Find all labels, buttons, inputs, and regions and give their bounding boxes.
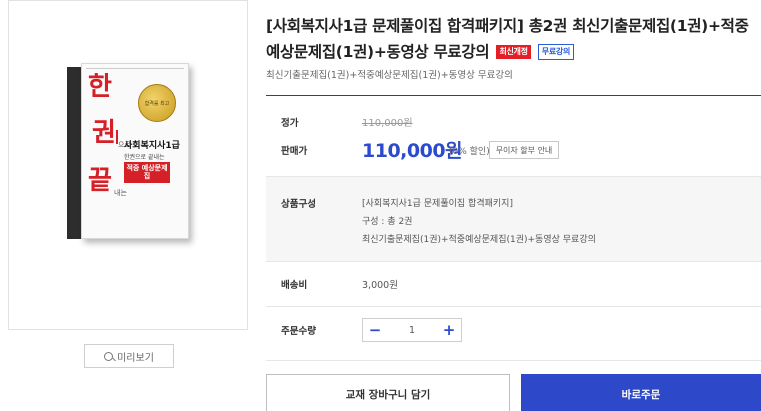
- shipping-divider: [266, 306, 761, 307]
- list-price-label: 정가: [281, 118, 299, 129]
- book-cover-image: 한 권 으로 끝 내는 합격률 최고 사회복지사1급 한권으로 끝내는 적중 예…: [67, 63, 189, 239]
- badge-latest-edition: 최신개정: [496, 45, 531, 59]
- sale-price-value: 110,000원: [362, 140, 463, 162]
- cover-tag: 적중 예상문제집: [124, 162, 170, 183]
- composition-label: 상품구성: [281, 199, 316, 210]
- quantity-label: 주문수량: [281, 326, 316, 337]
- discount-text: (0% 할인): [449, 147, 490, 157]
- composition-line-2: 구성 : 총 2권: [362, 217, 413, 227]
- product-image-frame: 한 권 으로 끝 내는 합격률 최고 사회복지사1급 한권으로 끝내는 적중 예…: [8, 0, 248, 330]
- cover-badge-seal: 합격률 최고: [138, 84, 176, 122]
- quantity-decrease-button[interactable]: −: [363, 319, 387, 341]
- product-subtitle: 최신기출문제집(1권)+적중예상문제집(1권)+동영상 무료강의: [266, 70, 513, 81]
- quantity-divider: [266, 360, 761, 361]
- product-title: [사회복지사1급 문제풀이집 합격패키지] 총2권 최신기출문제집(1권)+적중…: [266, 13, 760, 65]
- badge-free-lecture: 무료강의: [537, 44, 575, 60]
- cover-subject-sub: 한권으로 끝내는: [124, 154, 165, 161]
- book-spine: [67, 67, 81, 239]
- add-to-cart-button[interactable]: 교재 장바구니 담기: [266, 374, 510, 411]
- preview-label: 미리보기: [117, 352, 154, 364]
- cover-subject: 사회복지사1급: [124, 141, 180, 151]
- preview-button[interactable]: 미리보기: [84, 344, 174, 368]
- composition-line-1: [사회복지사1급 문제풀이집 합격패키지]: [362, 199, 513, 209]
- quantity-input[interactable]: [387, 324, 437, 336]
- book-front: 한 권 으로 끝 내는 합격률 최고 사회복지사1급 한권으로 끝내는 적중 예…: [81, 63, 189, 239]
- quantity-increase-button[interactable]: +: [437, 319, 461, 341]
- buy-now-button[interactable]: 바로주문: [521, 374, 761, 411]
- cover-small-word-2: 내는: [114, 189, 127, 197]
- info-top-rule: [266, 95, 761, 96]
- quantity-stepper: − +: [362, 318, 462, 342]
- cover-char-3: 끝: [88, 166, 112, 196]
- composition-line-3: 최신기출문제집(1권)+적중예상문제집(1권)+동영상 무료강의: [362, 235, 596, 245]
- shipping-value: 3,000원: [362, 280, 398, 291]
- composition-section: [266, 176, 761, 262]
- cover-char-2: 권: [92, 118, 116, 148]
- search-icon: [104, 351, 114, 361]
- list-price-value: 110,000원: [362, 118, 413, 129]
- shipping-label: 배송비: [281, 280, 308, 291]
- installment-info-button[interactable]: 무이자 할부 안내: [489, 141, 559, 159]
- sale-price-label: 판매가: [281, 146, 308, 157]
- cover-char-1: 한: [88, 72, 112, 102]
